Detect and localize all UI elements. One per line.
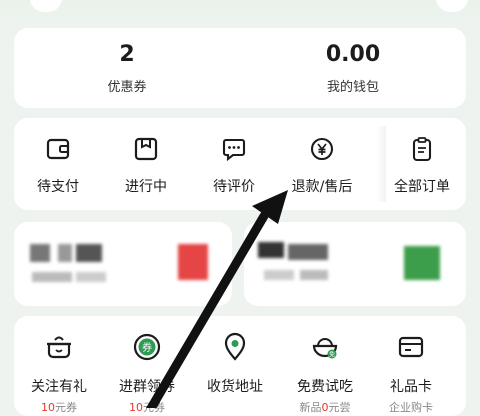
service-sublabel: 10元券 [41, 401, 77, 414]
order-in-progress[interactable]: 进行中 [106, 136, 186, 196]
service-label: 进群领券 [119, 379, 175, 395]
coupon-label: 优惠券 [107, 80, 147, 95]
blurred-text [264, 270, 294, 280]
bowl-icon: 免 [312, 338, 338, 359]
service-label: 礼品卡 [390, 379, 432, 395]
blurred-text [258, 242, 284, 258]
order-refund-after-sale[interactable]: 退款/售后 [282, 136, 362, 196]
service-gift-card[interactable]: 礼品卡 企业购卡 [366, 332, 456, 415]
promo-card-left[interactable] [14, 222, 232, 306]
promo-image [178, 244, 208, 280]
order-pending-payment[interactable]: 待支付 [18, 136, 98, 196]
gift-pot-icon [47, 336, 71, 359]
location-pin-icon [224, 332, 246, 361]
order-label: 待支付 [37, 179, 79, 195]
service-address[interactable]: 收货地址 [190, 332, 280, 396]
wallet-icon [46, 138, 70, 160]
svg-text:券: 券 [142, 341, 152, 354]
service-sublabel: 企业购卡 [389, 401, 433, 414]
wallet-balance: 0.00 [325, 42, 381, 67]
coupon-stat[interactable]: 2 优惠券 [52, 42, 202, 95]
service-follow-gift[interactable]: 关注有礼 10元券 [14, 332, 104, 415]
service-sublabel: 10元券 [129, 401, 165, 414]
order-label: 进行中 [125, 179, 167, 195]
coupon-badge-icon: 券 [133, 333, 161, 361]
order-label: 全部订单 [394, 179, 450, 195]
service-label: 关注有礼 [31, 379, 87, 395]
order-to-review[interactable]: 待评价 [194, 136, 274, 196]
top-strip [0, 0, 480, 22]
comment-icon [222, 138, 246, 162]
order-label: 待评价 [213, 179, 255, 195]
wallet-stat[interactable]: 0.00 我的钱包 [278, 42, 428, 95]
account-stats-card: 2 优惠券 0.00 我的钱包 [14, 28, 466, 108]
package-icon [134, 137, 158, 161]
service-label: 收货地址 [207, 379, 263, 395]
header-bubble [436, 0, 468, 12]
blurred-text [30, 244, 50, 262]
service-label: 免费试吃 [297, 379, 353, 395]
blurred-text [300, 270, 328, 280]
service-free-trial[interactable]: 免 免费试吃 新品0元尝 [280, 332, 370, 415]
wallet-label: 我的钱包 [326, 80, 379, 95]
coupon-count: 2 [119, 42, 135, 67]
blurred-text [58, 244, 72, 262]
blurred-text [32, 272, 72, 282]
blurred-text [76, 244, 102, 262]
header-bubble [30, 0, 62, 12]
promo-image [404, 246, 440, 280]
my-orders-card: 待支付 进行中 待评价 退款/售后 全部订单 [14, 118, 466, 210]
blurred-text [76, 272, 106, 282]
gift-card-icon [398, 336, 424, 358]
refund-yen-icon [310, 137, 334, 161]
service-sublabel: 新品0元尝 [299, 401, 351, 414]
svg-text:免: 免 [329, 351, 335, 359]
promo-card-right[interactable] [244, 222, 466, 306]
service-join-group[interactable]: 券 进群领券 10元券 [102, 332, 192, 415]
order-all[interactable]: 全部订单 [382, 136, 462, 196]
services-card: 关注有礼 10元券 券 进群领券 10元券 收货地址 免 免费试吃 新品0元尝 [14, 316, 466, 416]
blurred-text [288, 244, 328, 260]
clipboard-icon [412, 137, 432, 162]
order-label: 退款/售后 [291, 179, 353, 195]
